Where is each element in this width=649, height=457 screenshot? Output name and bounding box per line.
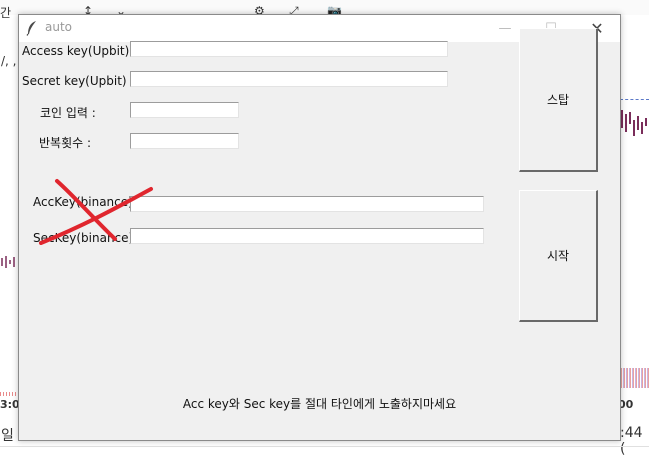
bg-left-text: /, ,: [1, 54, 17, 68]
app-window: auto — ☐ ✕ Access key(Upbit) : Secret ke…: [18, 14, 621, 441]
background-toolbar: 간 ↕ ⌄ ⚙ ⤢ 📷: [0, 0, 649, 20]
bg-candles: [621, 110, 647, 136]
repeat-count-label: 반복횟수 :: [39, 136, 92, 150]
bg-time-label: :44 (: [620, 425, 643, 457]
stop-button[interactable]: 스탑: [519, 28, 598, 172]
bg-axis: [0, 446, 649, 447]
seckey-binance-input[interactable]: [130, 228, 484, 244]
access-key-label: Access key(Upbit) :: [22, 44, 138, 58]
bg-candles: [1, 256, 15, 268]
warning-message: Acc key와 Sec key를 절대 타인에게 노출하지마세요: [182, 397, 457, 411]
bg-volume-bars: [620, 368, 649, 388]
bg-toolbar-text: 간: [0, 6, 12, 20]
bg-volume-bars: [0, 392, 18, 396]
acckey-binance-input[interactable]: [130, 196, 484, 212]
seckey-binance-label: SecKey(binance): [33, 231, 134, 245]
coin-input-label: 코인 입력 :: [40, 106, 96, 120]
coin-input[interactable]: [130, 102, 239, 118]
bg-left-text: 일: [1, 428, 14, 444]
access-key-input[interactable]: [130, 41, 448, 57]
feather-icon: [26, 21, 36, 36]
start-button[interactable]: 시작: [519, 190, 598, 322]
acckey-binance-label: AccKey(binance) :: [33, 195, 141, 209]
window-title: auto: [45, 20, 73, 34]
secret-key-label: Secret key(Upbit) :: [22, 74, 135, 88]
repeat-count-input[interactable]: [130, 133, 239, 149]
secret-key-input[interactable]: [130, 71, 448, 87]
